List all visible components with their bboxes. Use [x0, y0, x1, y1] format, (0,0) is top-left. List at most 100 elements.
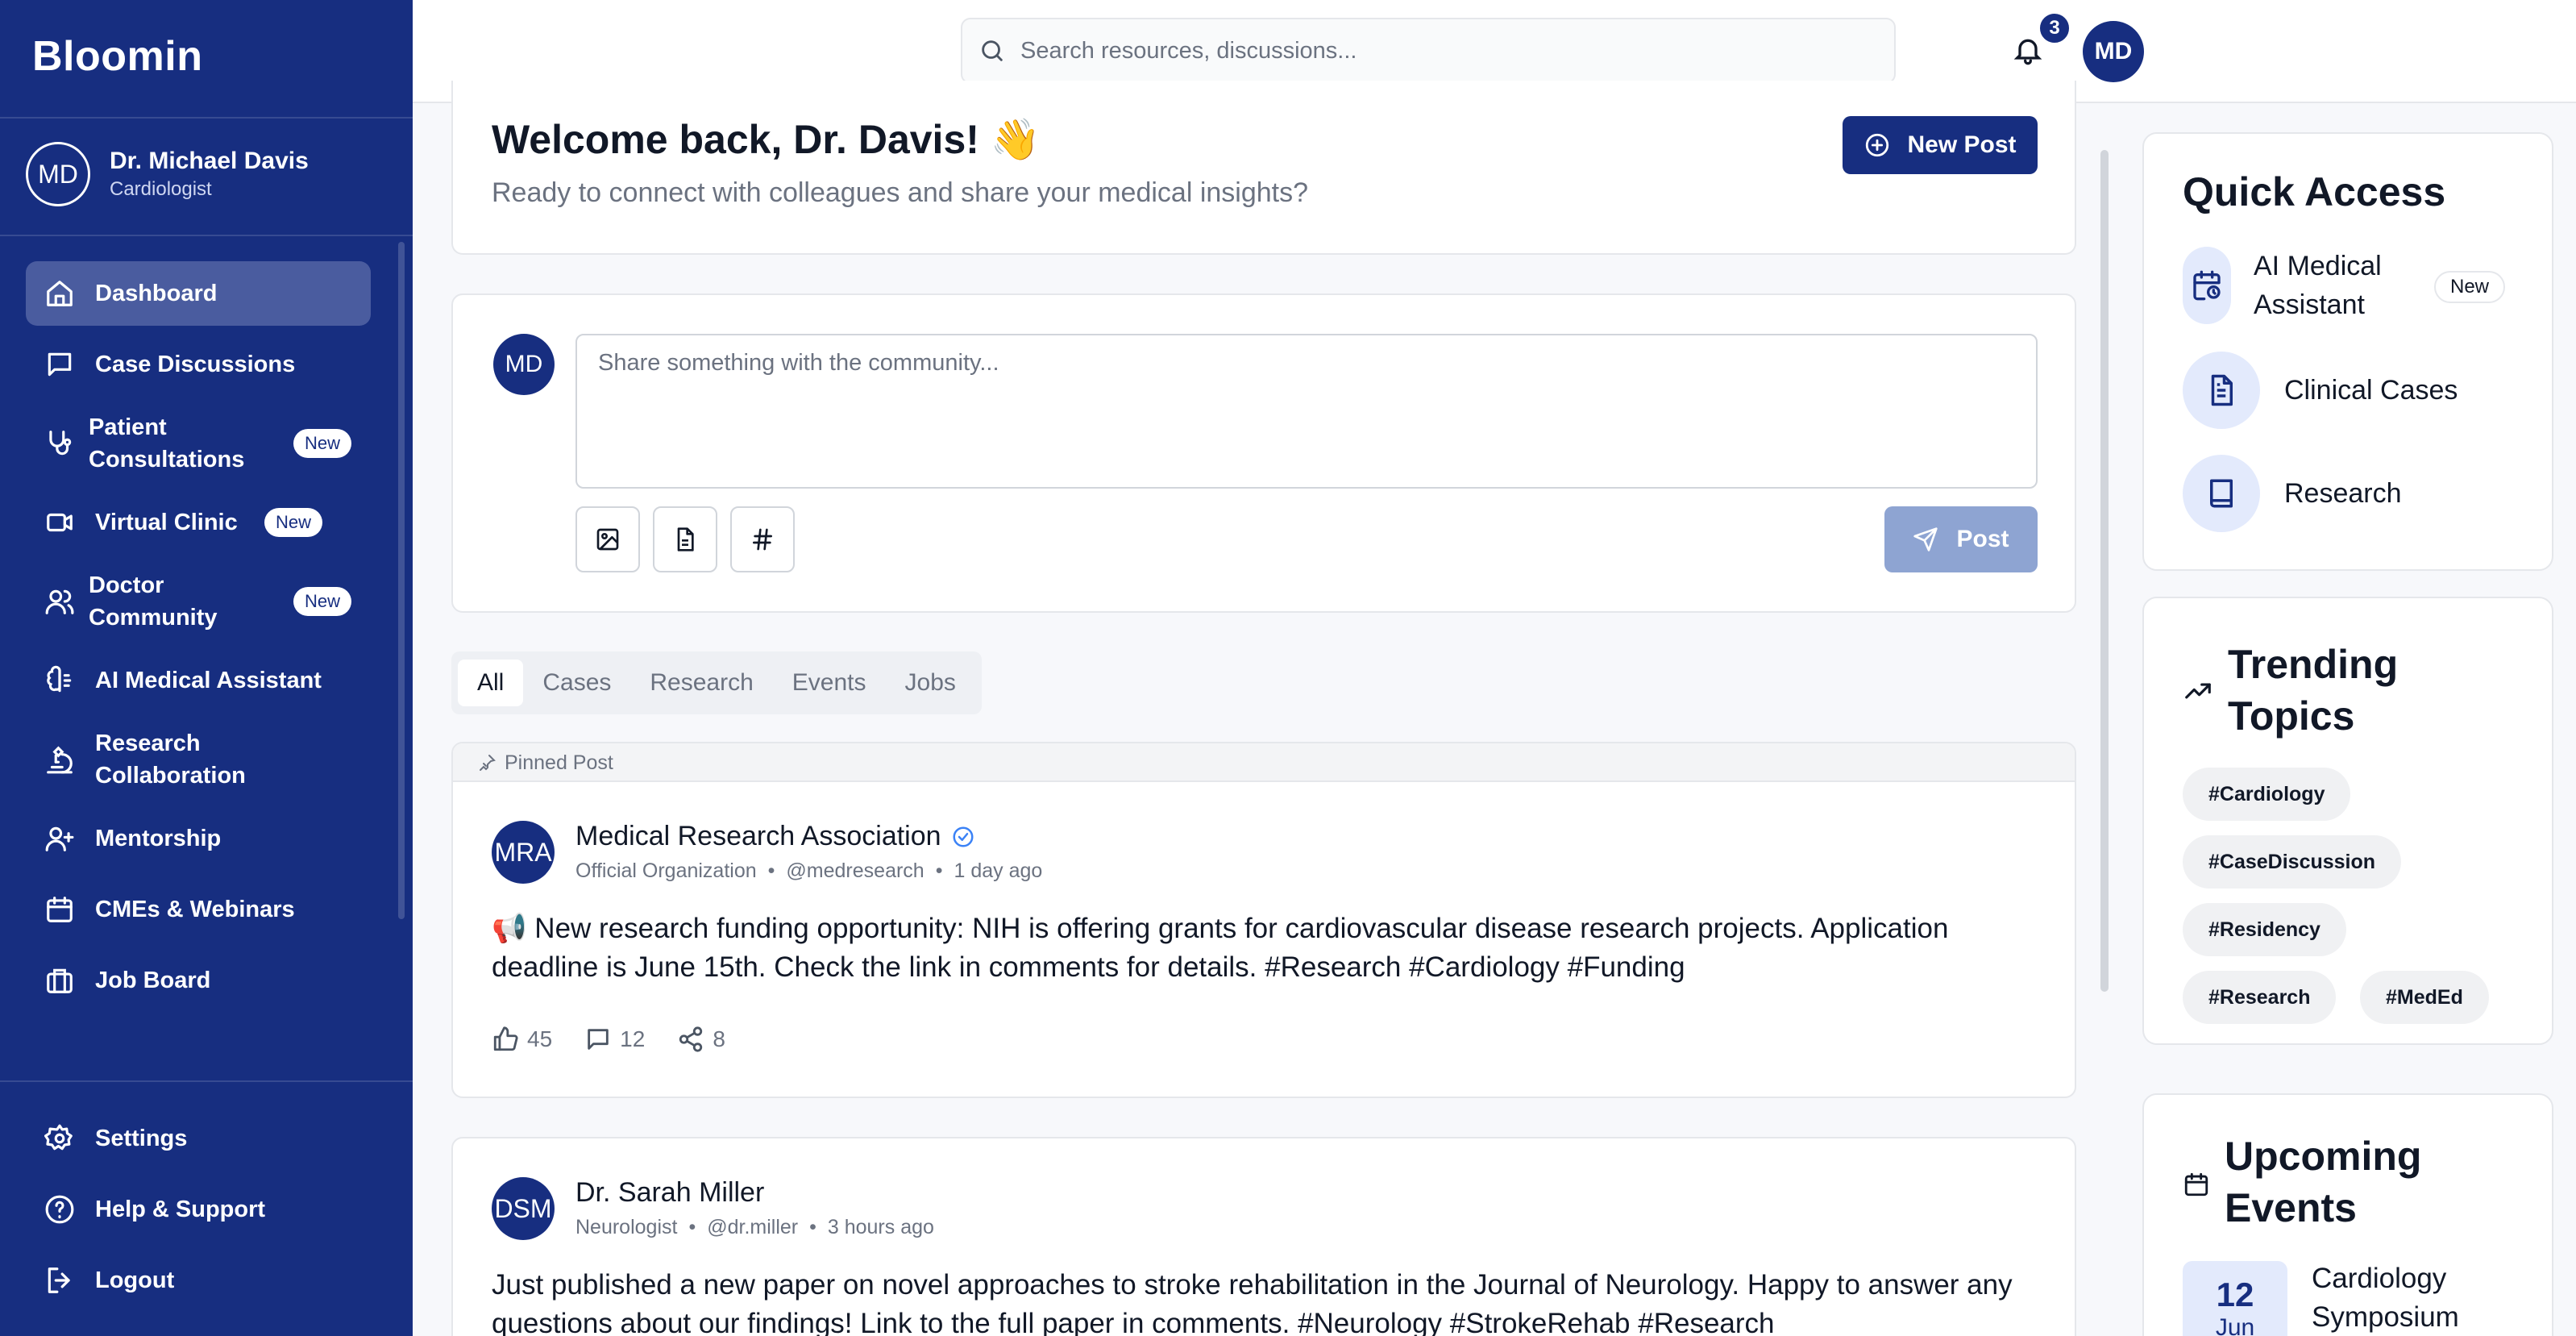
- share-count: 8: [713, 1026, 725, 1051]
- sidebar-divider: [0, 117, 413, 119]
- thumbs-up-icon: [493, 1026, 518, 1051]
- post-author[interactable]: Medical Research Association: [575, 821, 975, 852]
- sidebar-scrollbar[interactable]: [398, 242, 405, 919]
- post-textarea[interactable]: [575, 334, 2038, 489]
- quick-access-clinical-cases[interactable]: Clinical Cases: [2183, 352, 2458, 429]
- trending-tag[interactable]: #Residency: [2183, 903, 2346, 956]
- send-icon: [1913, 527, 1938, 551]
- calendar-icon: [44, 893, 76, 926]
- post-button[interactable]: Post: [1884, 506, 2038, 572]
- new-badge: New: [264, 508, 322, 537]
- sidebar-item-label: Virtual Clinic: [95, 510, 238, 535]
- feed-scrollbar[interactable]: [2100, 150, 2109, 992]
- meta-separator: •: [935, 859, 943, 882]
- search-box[interactable]: [961, 18, 1896, 84]
- sidebar-item-job-board[interactable]: Job Board: [26, 948, 371, 1013]
- like-button[interactable]: 45: [492, 1026, 552, 1053]
- sidebar-item-dashboard[interactable]: Dashboard: [26, 261, 371, 326]
- app-logo[interactable]: Bloomin: [32, 32, 202, 81]
- calendar-clock-icon: [2183, 247, 2231, 324]
- author-handle[interactable]: @medresearch: [786, 859, 924, 882]
- sidebar-item-logout[interactable]: Logout: [26, 1248, 371, 1313]
- trending-up-icon: [2185, 683, 2211, 699]
- sidebar-item-label: Help & Support: [95, 1197, 266, 1222]
- tab-jobs[interactable]: Jobs: [886, 660, 975, 706]
- sidebar-item-research-collaboration[interactable]: Research Collaboration: [26, 719, 371, 800]
- trending-title: Trending Topics: [2228, 642, 2399, 739]
- author-name: Dr. Sarah Miller: [575, 1177, 765, 1208]
- meta-separator: •: [809, 1216, 816, 1238]
- quick-access-research[interactable]: Research: [2183, 455, 2402, 532]
- new-post-button[interactable]: New Post: [1843, 116, 2038, 174]
- event-day: 12: [2216, 1276, 2254, 1313]
- trending-tag[interactable]: #Cardiology: [2183, 768, 2351, 821]
- avatar[interactable]: DSM: [492, 1177, 555, 1240]
- comment-button[interactable]: 12: [584, 1026, 645, 1053]
- book-icon: [2183, 455, 2260, 532]
- comment-count: 12: [620, 1026, 646, 1051]
- share-button[interactable]: 8: [677, 1026, 725, 1053]
- trending-tag[interactable]: #Research: [2183, 971, 2337, 1024]
- sidebar-item-settings[interactable]: Settings: [26, 1106, 371, 1171]
- sidebar-item-label: Research Collaboration: [95, 730, 246, 789]
- quick-access-ai-medical-assistant[interactable]: AI Medical Assistant New: [2183, 247, 2506, 324]
- author-name: Medical Research Association: [575, 821, 941, 851]
- avatar: MD: [493, 334, 555, 395]
- sidebar-item-mentorship[interactable]: Mentorship: [26, 806, 371, 871]
- sidebar-item-label: Mentorship: [95, 826, 222, 851]
- microscope-icon: [44, 743, 76, 776]
- author-handle[interactable]: @dr.miller: [707, 1216, 798, 1238]
- comment-icon: [588, 1029, 609, 1050]
- home-icon: [44, 277, 76, 310]
- upcoming-events-card: Upcoming Events 12 Jun Cardiology Sympos…: [2142, 1093, 2553, 1336]
- message-square-icon: [44, 348, 76, 381]
- plus-circle-icon: [1866, 133, 1889, 157]
- author-role: Official Organization: [575, 859, 757, 882]
- meta-separator: •: [767, 859, 775, 882]
- post-label: Post: [1956, 526, 2009, 552]
- sidebar-item-label: Doctor Community: [89, 572, 218, 631]
- sidebar-item-case-discussions[interactable]: Case Discussions: [26, 332, 371, 397]
- sidebar-item-help-support[interactable]: Help & Support: [26, 1177, 371, 1242]
- sidebar-item-ai-medical-assistant[interactable]: AI Medical Assistant: [26, 648, 371, 713]
- event-title[interactable]: Cardiology Symposium: [2312, 1259, 2521, 1336]
- sidebar-item-label: CMEs & Webinars: [95, 897, 295, 922]
- sidebar-item-cmes-webinars[interactable]: CMEs & Webinars: [26, 877, 371, 942]
- user-profile[interactable]: MD Dr. Michael Davis Cardiologist: [26, 142, 309, 206]
- trending-tag[interactable]: #MedEd: [2360, 971, 2489, 1024]
- sidebar-item-label: Job Board: [95, 968, 211, 993]
- sidebar-item-label: Logout: [95, 1267, 175, 1293]
- sidebar-item-patient-consultations[interactable]: Patient Consultations New: [26, 403, 371, 484]
- image-icon: [596, 528, 619, 551]
- bell-icon[interactable]: [2012, 34, 2044, 66]
- user-avatar-button[interactable]: MD: [2083, 21, 2144, 82]
- sidebar-item-label: Dashboard: [95, 281, 218, 306]
- sidebar-item-label: Patient Consultations: [89, 414, 245, 472]
- notification-count-badge: 3: [2038, 11, 2071, 45]
- sidebar-item-label: Settings: [95, 1126, 188, 1151]
- trending-topics-card: Trending Topics #Cardiology #CaseDiscuss…: [2142, 597, 2553, 1045]
- post-time: 3 hours ago: [827, 1216, 934, 1238]
- attach-image-button[interactable]: [575, 506, 640, 572]
- trending-tag[interactable]: #CaseDiscussion: [2183, 835, 2402, 889]
- attach-document-button[interactable]: [653, 506, 717, 572]
- search-input[interactable]: [1020, 37, 1826, 65]
- tab-cases[interactable]: Cases: [523, 660, 630, 706]
- briefcase-icon: [44, 964, 76, 997]
- tab-research[interactable]: Research: [630, 660, 772, 706]
- add-hashtag-button[interactable]: [730, 506, 795, 572]
- tab-events[interactable]: Events: [773, 660, 886, 706]
- post-actions: 45 12 8: [492, 1026, 758, 1053]
- sidebar-item-virtual-clinic[interactable]: Virtual Clinic New: [26, 490, 371, 555]
- user-name: Dr. Michael Davis: [110, 148, 309, 174]
- document-icon: [677, 527, 694, 551]
- avatar[interactable]: MRA: [492, 821, 555, 884]
- post-author[interactable]: Dr. Sarah Miller: [575, 1177, 764, 1209]
- tab-all[interactable]: All: [458, 660, 524, 706]
- sidebar-item-doctor-community[interactable]: Doctor Community New: [26, 561, 371, 642]
- sidebar-divider: [0, 1080, 413, 1082]
- pinned-banner: Pinned Post: [453, 743, 2075, 782]
- pin-icon: [480, 755, 496, 771]
- new-badge: New: [2434, 271, 2506, 303]
- welcome-subtitle: Ready to connect with colleagues and sha…: [492, 177, 1309, 208]
